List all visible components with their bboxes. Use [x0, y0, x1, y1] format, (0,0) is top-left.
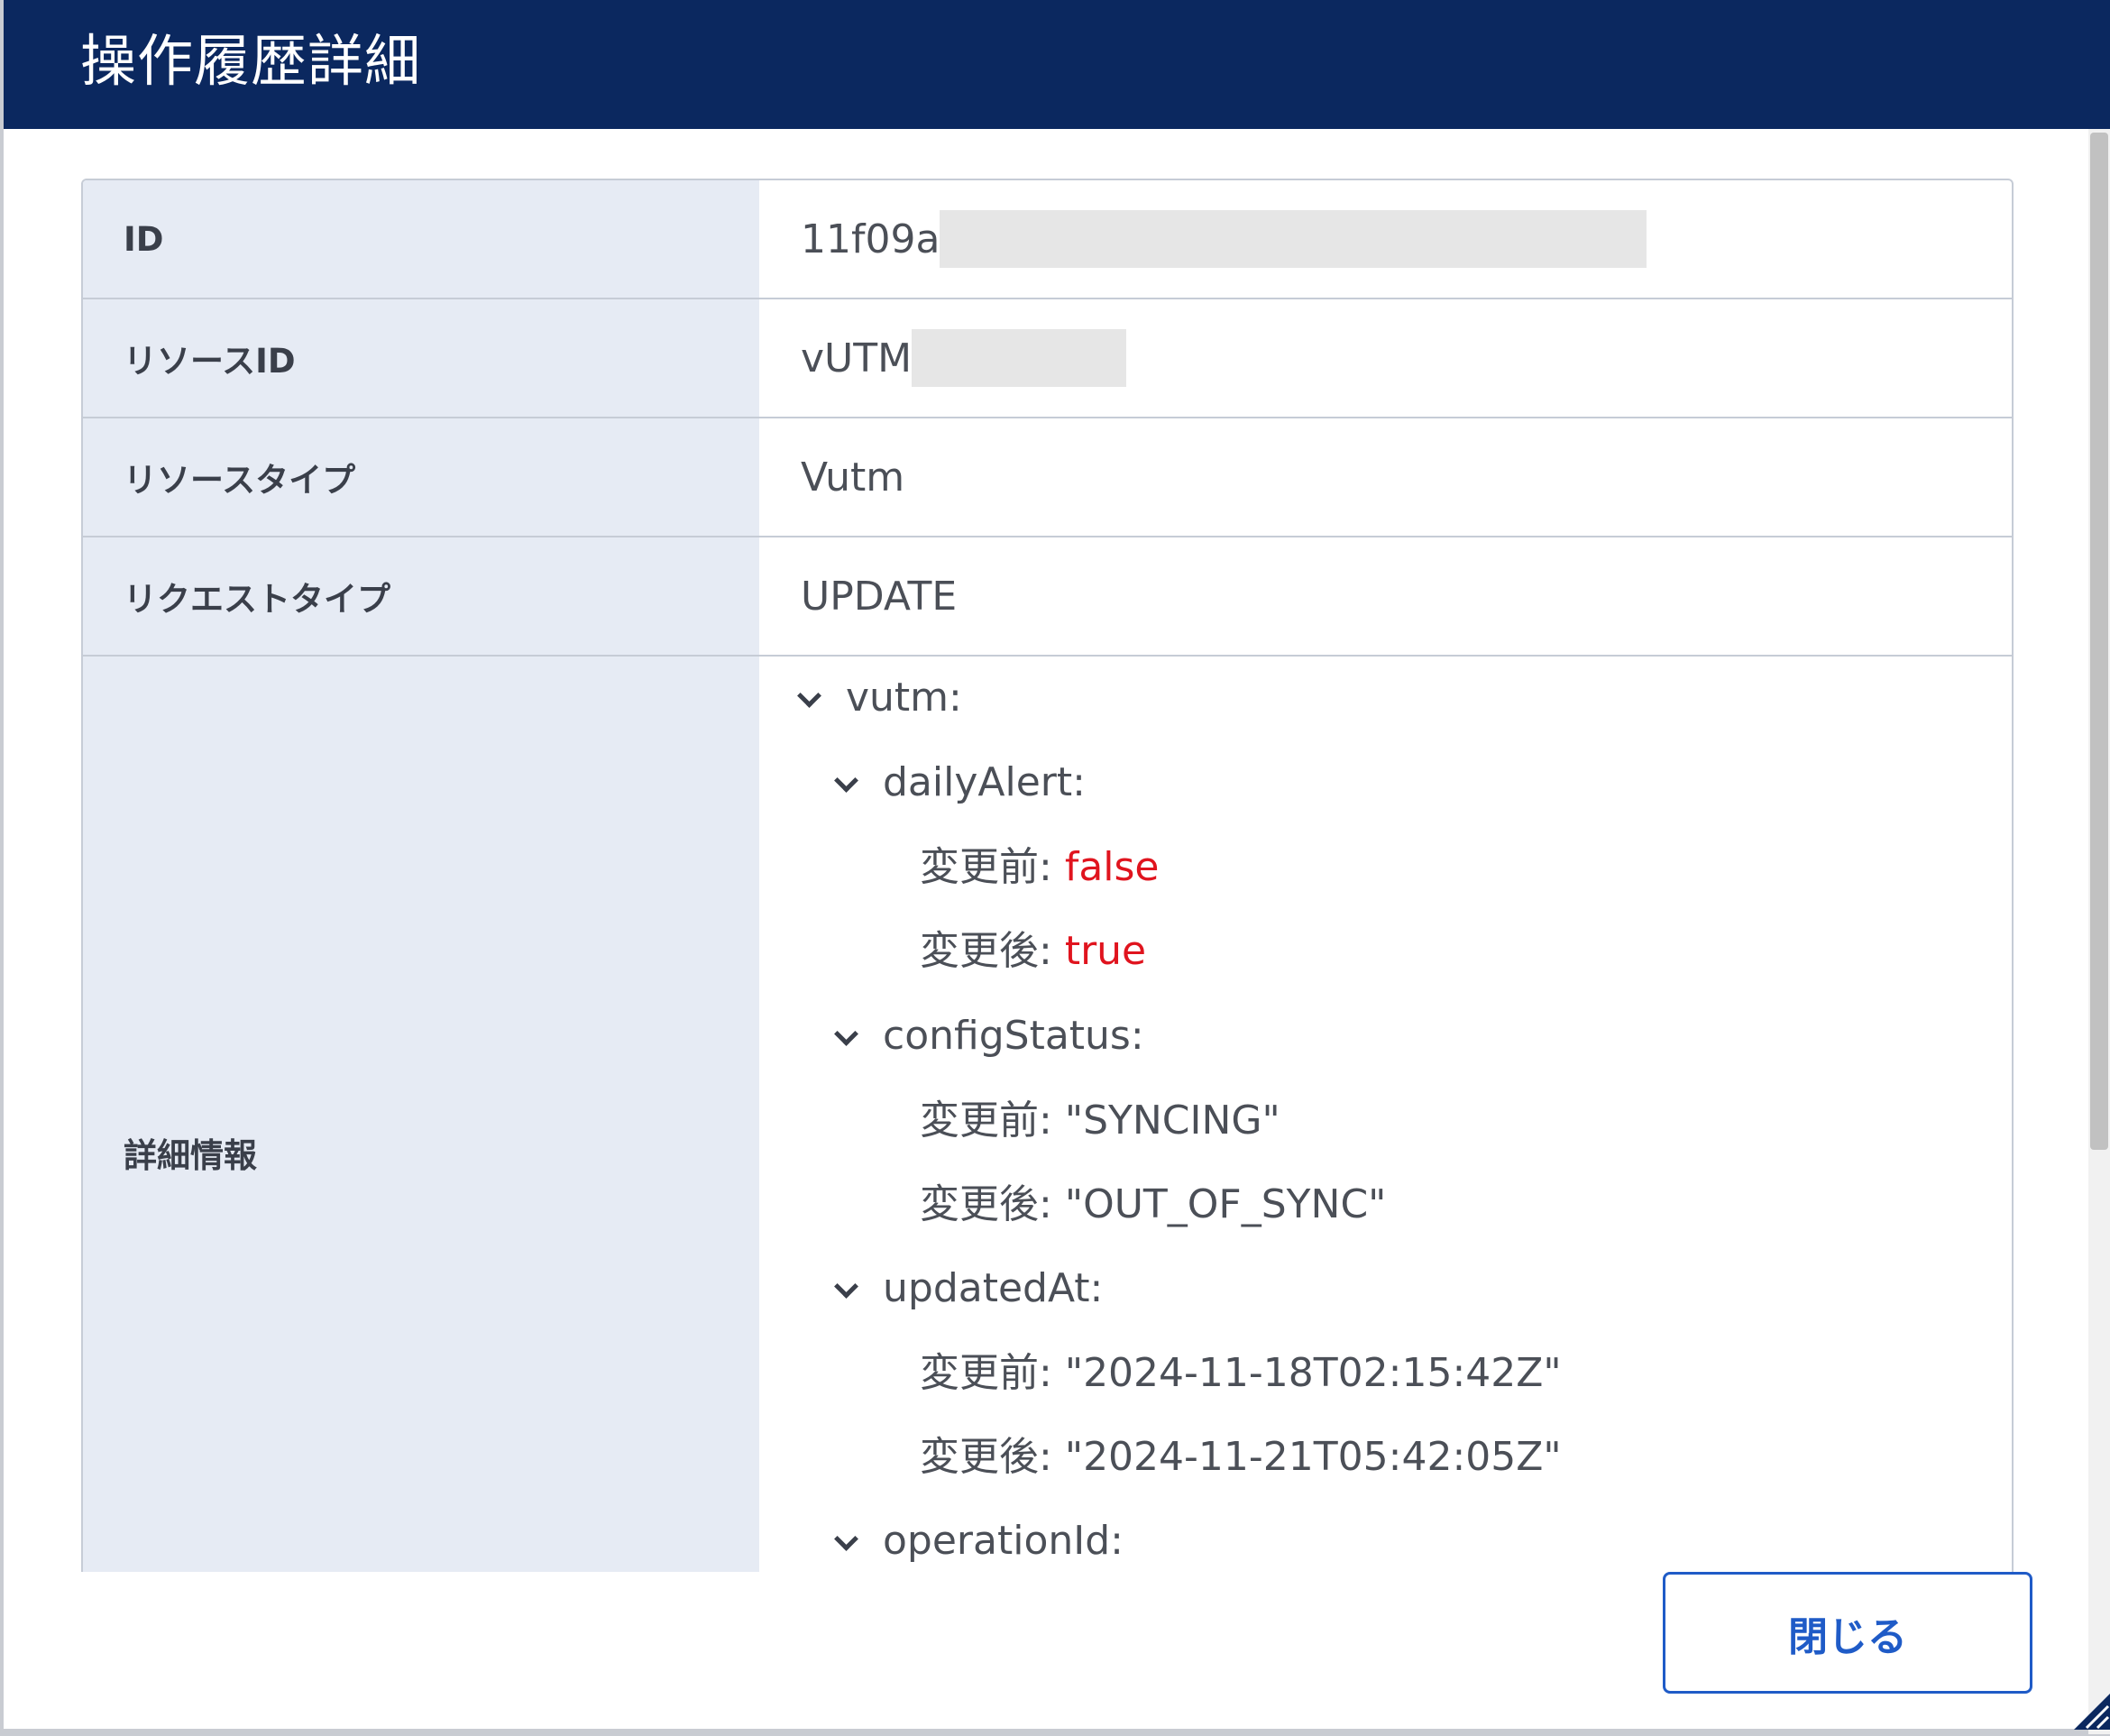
- before-value: "SYNCING": [1064, 1098, 1280, 1144]
- tree-node-dailyalert[interactable]: dailyAlert:: [883, 756, 1086, 810]
- after-label: 変更後:: [920, 1434, 1052, 1480]
- resize-grip-icon[interactable]: [2074, 1694, 2110, 1730]
- tree-node-configstatus[interactable]: configStatus:: [883, 1009, 1144, 1063]
- table-row-id: ID 11f09a: [83, 180, 2012, 299]
- after-value: "2024-11-21T05:42:05Z": [1064, 1434, 1562, 1480]
- details-tree: vutm: dailyAlert: 変更前: false 変更後: true c…: [759, 657, 2012, 1572]
- tree-leaf-after: 変更後: "OUT_OF_SYNC": [920, 1178, 1386, 1232]
- tree-leaf-after: 変更後: true: [920, 924, 1146, 978]
- after-value: true: [1064, 928, 1147, 974]
- dialog-header: 操作履歴詳細: [4, 0, 2110, 129]
- field-label-resource-type: リソースタイプ: [83, 418, 759, 536]
- redacted-block: [912, 329, 1127, 387]
- field-value-id: 11f09a: [759, 180, 2012, 298]
- after-label: 変更後:: [920, 1181, 1052, 1227]
- table-row-details: 詳細情報 vutm: dailyAlert: 変更前: false 変更後: t…: [83, 657, 2012, 1572]
- chevron-down-icon[interactable]: [834, 1022, 858, 1046]
- chevron-down-icon[interactable]: [797, 684, 821, 708]
- before-label: 変更前:: [920, 844, 1052, 890]
- tree-leaf-before: 変更前: "SYNCING": [920, 1094, 1280, 1148]
- operation-history-dialog: 操作履歴詳細 ID 11f09a リソースID vUTM リソースタイプ Vut: [0, 0, 2110, 1736]
- dialog-content[interactable]: ID 11f09a リソースID vUTM リソースタイプ Vutm リクエスト…: [4, 129, 2092, 1572]
- dialog-title: 操作履歴詳細: [80, 28, 422, 94]
- table-row-resource-id: リソースID vUTM: [83, 299, 2012, 418]
- redacted-block: [940, 210, 1647, 268]
- chevron-down-icon[interactable]: [834, 1527, 858, 1551]
- after-label: 変更後:: [920, 928, 1052, 974]
- field-label-resource-id: リソースID: [83, 299, 759, 417]
- field-label-details: 詳細情報: [83, 657, 759, 1572]
- tree-leaf-after: 変更後: "2024-11-21T05:42:05Z": [920, 1430, 1562, 1484]
- tree-leaf-before: 変更前: false: [920, 840, 1160, 895]
- detail-table: ID 11f09a リソースID vUTM リソースタイプ Vutm リクエスト…: [81, 179, 2014, 1572]
- tree-leaf-before: 変更前: "2024-11-18T02:15:42Z": [920, 1346, 1562, 1401]
- field-label-id: ID: [83, 180, 759, 298]
- field-value-resource-type: Vutm: [801, 454, 905, 501]
- id-value-text: 11f09a: [801, 216, 940, 262]
- field-value-request-type: UPDATE: [801, 573, 958, 620]
- before-label: 変更前:: [920, 1350, 1052, 1396]
- after-value: "OUT_OF_SYNC": [1064, 1181, 1387, 1227]
- table-row-resource-type: リソースタイプ Vutm: [83, 418, 2012, 537]
- tree-node-operationid[interactable]: operationId:: [883, 1514, 1124, 1568]
- chevron-down-icon[interactable]: [834, 1274, 858, 1299]
- before-value: false: [1064, 844, 1160, 890]
- tree-node-updatedat[interactable]: updatedAt:: [883, 1262, 1103, 1316]
- before-label: 変更前:: [920, 1098, 1052, 1144]
- chevron-down-icon[interactable]: [834, 768, 858, 793]
- before-value: "2024-11-18T02:15:42Z": [1064, 1350, 1562, 1396]
- resource-id-value-text: vUTM: [801, 335, 913, 381]
- table-row-request-type: リクエストタイプ UPDATE: [83, 537, 2012, 657]
- field-value-resource-id: vUTM: [759, 299, 2012, 417]
- close-button[interactable]: 閉じる: [1663, 1572, 2032, 1694]
- scrollbar-thumb[interactable]: [2090, 133, 2108, 1150]
- field-label-request-type: リクエストタイプ: [83, 537, 759, 655]
- tree-node-vutm[interactable]: vutm:: [846, 671, 962, 725]
